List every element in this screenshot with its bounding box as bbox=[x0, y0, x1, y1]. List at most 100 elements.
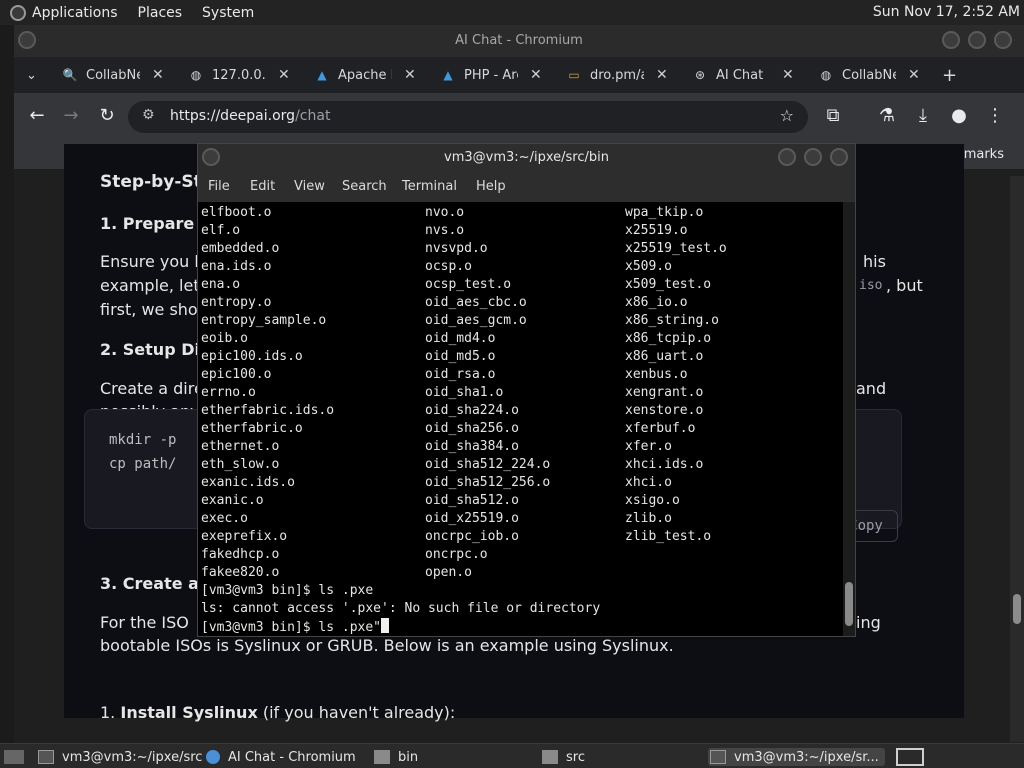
chromium-icon bbox=[206, 750, 220, 764]
minimize-button[interactable] bbox=[778, 148, 796, 166]
tab-dropm[interactable]: ▭ dro.pm/a ✕ bbox=[566, 61, 668, 89]
file-column-1: elfboot.o elf.o embedded.o ena.ids.o ena.o en… bbox=[201, 204, 334, 582]
minimize-button[interactable] bbox=[942, 31, 960, 49]
file-entry: ocsp_test.o bbox=[425, 277, 512, 292]
file-entry: epic100.ids.o bbox=[201, 349, 303, 364]
menu-system[interactable]: System bbox=[202, 5, 254, 21]
taskbar-item-terminal-1[interactable]: vm3@vm3:~/ipxe/src bbox=[38, 748, 202, 766]
menu-file[interactable]: File bbox=[208, 179, 230, 194]
file-entry: xsigo.o bbox=[625, 493, 680, 508]
file-entry: epic100.o bbox=[201, 367, 272, 382]
reload-button[interactable]: ↻ bbox=[96, 105, 118, 126]
close-tab-icon[interactable]: ✕ bbox=[152, 67, 164, 83]
scrollbar-thumb[interactable] bbox=[1013, 594, 1021, 624]
file-entry: etherfabric.ids.o bbox=[201, 403, 335, 418]
downloads-button[interactable]: ⤓ bbox=[912, 105, 934, 126]
terminal-icon bbox=[710, 750, 726, 764]
scrollbar-thumb[interactable] bbox=[845, 582, 853, 626]
close-tab-icon[interactable]: ✕ bbox=[278, 67, 290, 83]
file-entry: oid_sha1.o bbox=[425, 385, 504, 400]
new-tab-button[interactable]: + bbox=[942, 61, 957, 89]
file-entry: xenbus.o bbox=[625, 367, 688, 382]
menu-view[interactable]: View bbox=[294, 179, 325, 194]
close-button[interactable] bbox=[994, 31, 1012, 49]
file-entry: oid_x25519.o bbox=[425, 511, 519, 526]
file-entry: exanic.ids.o bbox=[201, 475, 295, 490]
file-entry: zlib.o bbox=[625, 511, 672, 526]
file-entry: x509.o bbox=[625, 259, 672, 274]
url-path: /chat bbox=[295, 108, 331, 124]
workspace-switcher[interactable] bbox=[896, 748, 924, 766]
taskbar-item-chromium[interactable]: AI Chat - Chromium bbox=[206, 748, 356, 766]
tab-collabnet-2[interactable]: ◍ CollabNe ✕ bbox=[818, 61, 920, 89]
para-bootable: bootable ISOs is Syslinux or GRUB. Below… bbox=[100, 636, 674, 655]
file-entry: ena.o bbox=[201, 277, 241, 292]
tab-localhost[interactable]: ◍ 127.0.0.1 ✕ bbox=[188, 61, 290, 89]
file-entry: exec.o bbox=[201, 511, 248, 526]
close-tab-icon[interactable]: ✕ bbox=[404, 67, 416, 83]
file-entry: x86_tcpip.o bbox=[625, 331, 712, 346]
close-tab-icon[interactable]: ✕ bbox=[656, 67, 668, 83]
tab-list-button[interactable]: ⌄ bbox=[26, 61, 37, 89]
labs-button[interactable]: ⚗ bbox=[876, 105, 898, 126]
globe-icon: ◍ bbox=[190, 68, 202, 82]
menu-edit[interactable]: Edit bbox=[250, 179, 275, 194]
tab-collabnet-1[interactable]: 🔍 CollabNe ✕ bbox=[62, 61, 164, 89]
arch-icon: ▲ bbox=[443, 68, 453, 82]
terminal-output[interactable]: elfboot.o elf.o embedded.o ena.ids.o ena.o en… bbox=[198, 202, 843, 636]
browser-titlebar[interactable]: AI Chat - Chromium bbox=[14, 25, 1024, 57]
address-bar[interactable]: ⚙ https://deepai.org/chat ☆ bbox=[128, 101, 808, 133]
maximize-button[interactable] bbox=[968, 31, 986, 49]
workspace-icon bbox=[896, 748, 924, 766]
avatar-icon: ● bbox=[951, 105, 967, 126]
gnome-foot-icon[interactable] bbox=[10, 4, 26, 21]
maximize-button[interactable] bbox=[804, 148, 822, 166]
para-ensure: Ensure you h bbox=[100, 252, 205, 271]
menu-applications[interactable]: Applications bbox=[32, 5, 118, 21]
file-entry: oid_sha384.o bbox=[425, 439, 519, 454]
close-tab-icon[interactable]: ✕ bbox=[908, 67, 920, 83]
menu-places[interactable]: Places bbox=[138, 5, 183, 21]
para-first: first, we shou bbox=[100, 300, 208, 319]
tab-php[interactable]: ▲ PHP - Arc ✕ bbox=[440, 61, 542, 89]
close-tab-icon[interactable]: ✕ bbox=[530, 67, 542, 83]
tab-apache[interactable]: ▲ Apache H ✕ bbox=[314, 61, 416, 89]
file-entry: x25519.o bbox=[625, 223, 688, 238]
file-entry: oid_md5.o bbox=[425, 349, 496, 364]
top-panel: Applications Places System Sun Nov 17, 2… bbox=[0, 0, 1024, 25]
file-entry: nvsvpd.o bbox=[425, 241, 488, 256]
extensions-button[interactable]: ⧉ bbox=[822, 105, 844, 126]
terminal-titlebar[interactable]: vm3@vm3:~/ipxe/src/bin bbox=[198, 144, 855, 172]
close-tab-icon[interactable]: ✕ bbox=[782, 67, 794, 83]
chevron-down-icon: ⌄ bbox=[26, 67, 37, 83]
file-entry: x86_string.o bbox=[625, 313, 719, 328]
site-info-icon[interactable]: ⚙ bbox=[142, 107, 155, 123]
download-icon: ⤓ bbox=[919, 105, 927, 126]
terminal-scrollbar[interactable] bbox=[843, 202, 855, 636]
file-entry: xenstore.o bbox=[625, 403, 704, 418]
taskbar-item-src[interactable]: src bbox=[542, 748, 585, 766]
menu-button[interactable]: ⋮ bbox=[984, 105, 1006, 126]
menu-help[interactable]: Help bbox=[476, 179, 506, 194]
profile-button[interactable]: ● bbox=[948, 105, 970, 126]
file-entry: x86_io.o bbox=[625, 295, 688, 310]
taskbar-item-bin[interactable]: bin bbox=[374, 748, 418, 766]
heading-step-by-step: Step-by-St bbox=[100, 172, 202, 192]
tab-ai-chat[interactable]: ⊛ AI Chat ✕ bbox=[692, 61, 794, 89]
para-for-iso-end: ing bbox=[856, 613, 881, 632]
page-scrollbar[interactable] bbox=[1010, 176, 1024, 742]
para-create: Create a dire bbox=[100, 379, 204, 398]
forward-button[interactable]: → bbox=[60, 105, 82, 126]
file-entry: nvs.o bbox=[425, 223, 465, 238]
close-button[interactable] bbox=[830, 148, 848, 166]
arrow-right-icon: → bbox=[63, 105, 79, 126]
code-line: mkdir -p bbox=[109, 432, 177, 448]
menu-search[interactable]: Search bbox=[342, 179, 387, 194]
menu-terminal[interactable]: Terminal bbox=[402, 179, 457, 194]
code-line: cp path/ bbox=[109, 456, 177, 472]
show-desktop-button[interactable] bbox=[4, 748, 32, 766]
back-button[interactable]: ← bbox=[26, 105, 48, 126]
star-icon[interactable]: ☆ bbox=[780, 106, 794, 125]
taskbar-item-terminal-2[interactable]: vm3@vm3:~/ipxe/sr... bbox=[708, 748, 885, 766]
clock[interactable]: Sun Nov 17, 2:52 AM bbox=[873, 4, 1020, 20]
